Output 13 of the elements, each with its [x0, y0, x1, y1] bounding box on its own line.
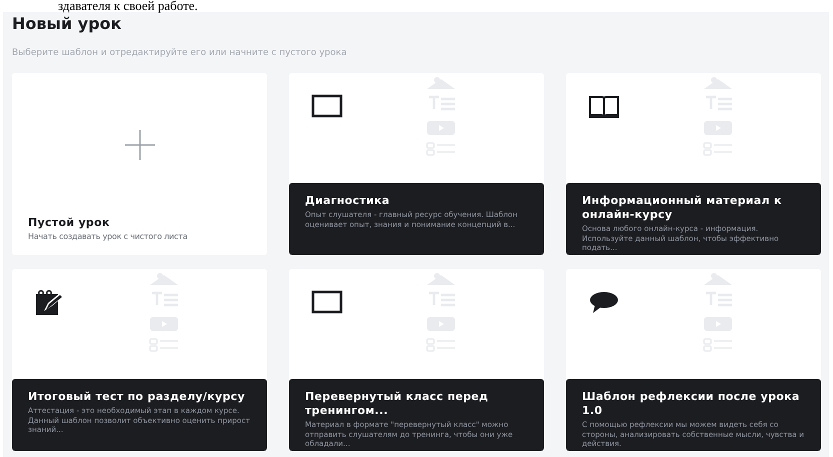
- card-title: Диагностика: [305, 194, 391, 208]
- card-title: Информационный материал к онлайн-курсу: [582, 194, 783, 222]
- book-icon: [588, 93, 620, 121]
- card-title: Пустой урок: [28, 216, 111, 229]
- card-title: Шаблон рефлексии после урока 1.0: [582, 390, 801, 418]
- card-description: Начать создавать урок с чистого листа: [28, 232, 188, 241]
- page-subtitle: Выберите шаблон и отредактируйте его или начните с пустого урока: [12, 47, 348, 59]
- document-text: здавателя к своей работе.: [58, 0, 198, 12]
- blank-lesson-card[interactable]: Пустой урок Начать создавать урок с чистого листа: [12, 73, 267, 255]
- page-title: Новый урок: [12, 14, 122, 34]
- card-title: Перевернутый класс перед тренингом...: [305, 390, 490, 418]
- card-title: Итоговый тест по разделу/курсу: [28, 390, 246, 404]
- plus-icon: [124, 128, 156, 160]
